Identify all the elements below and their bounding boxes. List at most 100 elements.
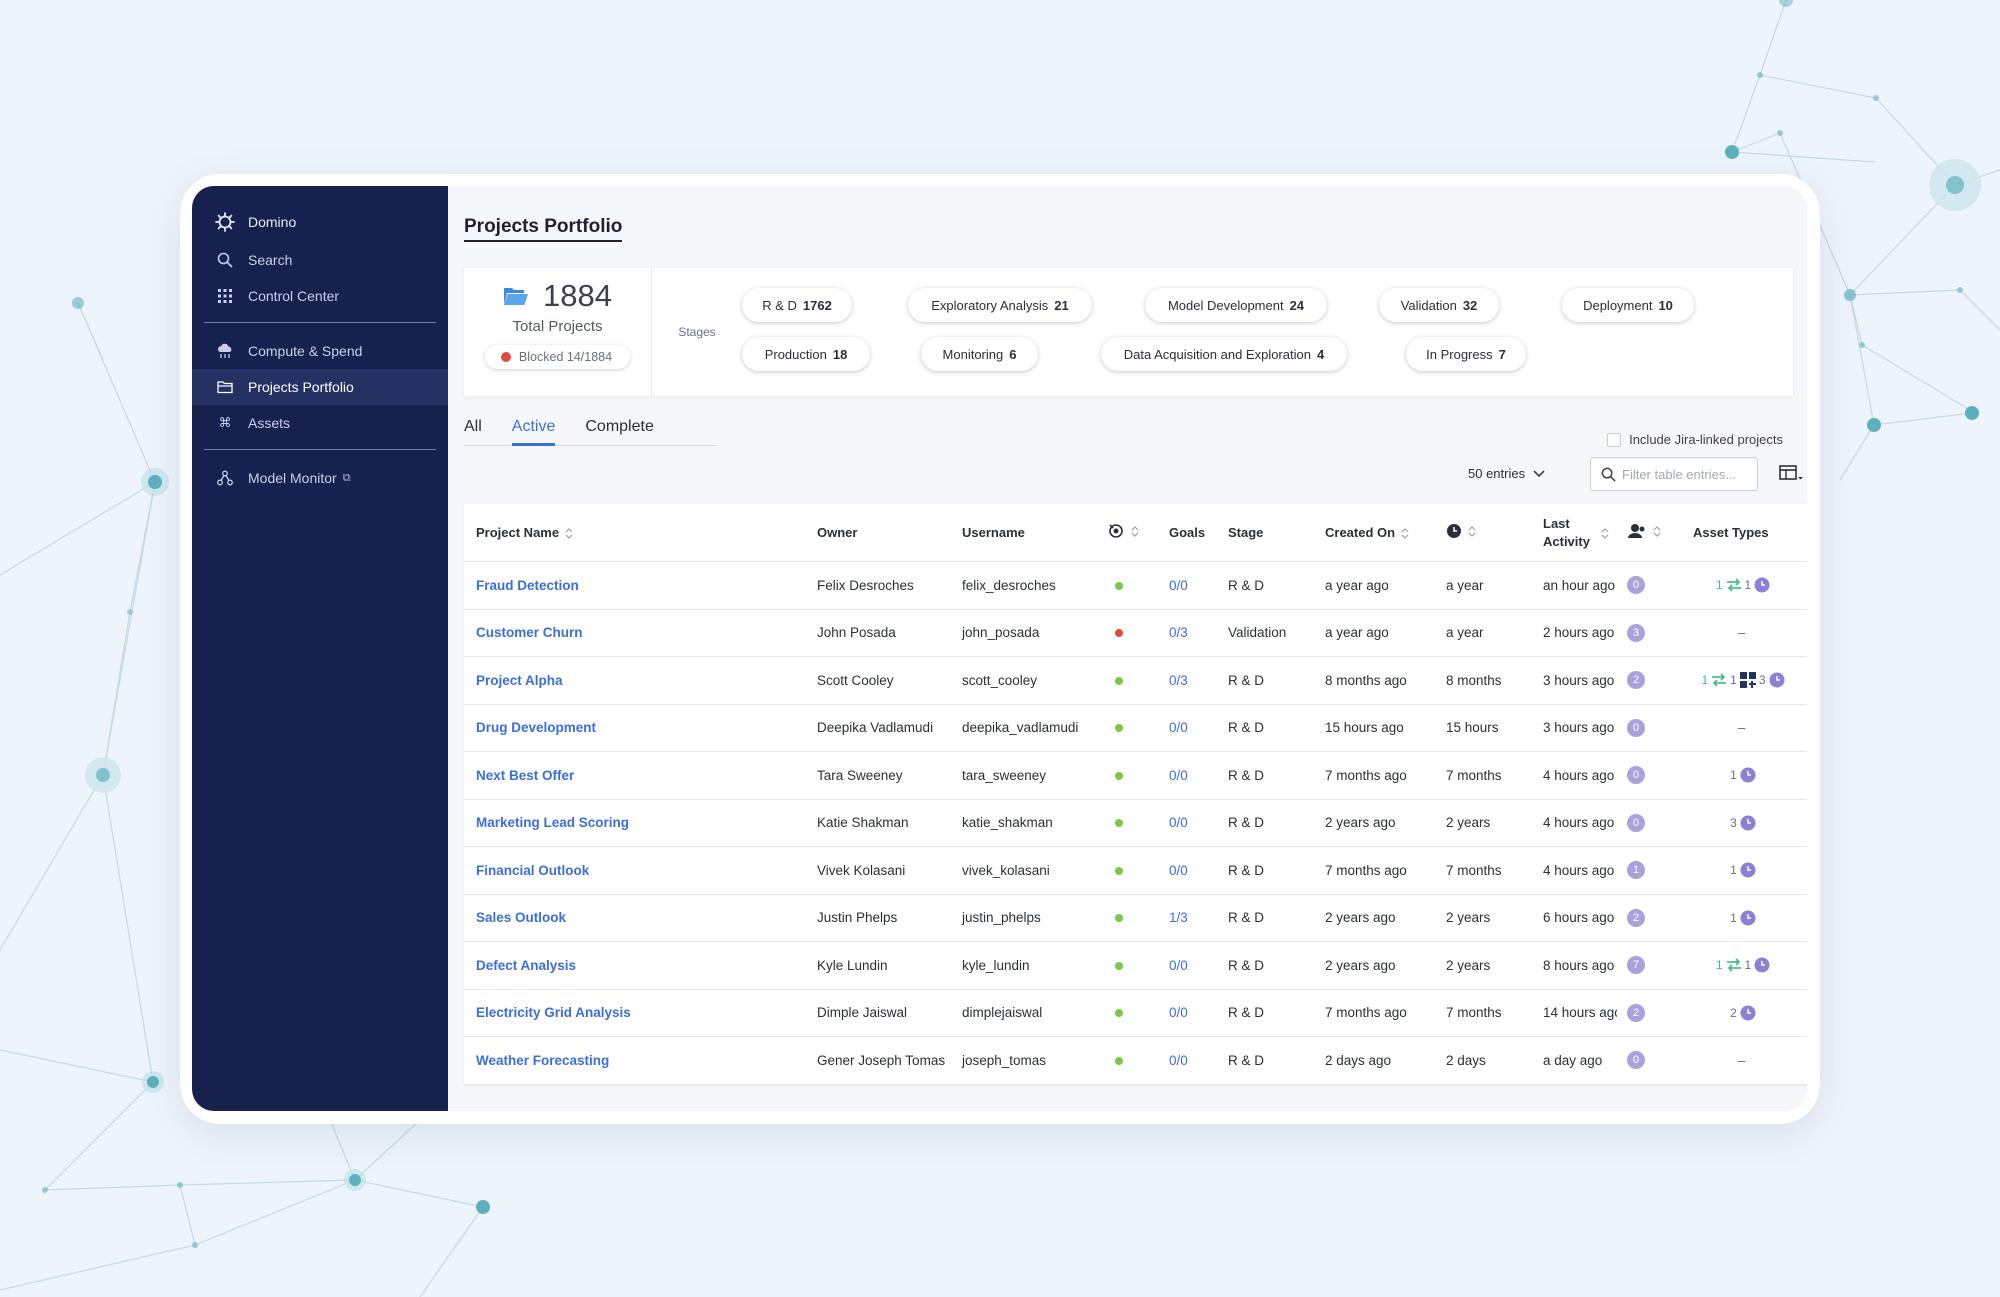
project-name-link[interactable]: Marketing Lead Scoring (476, 815, 629, 830)
collaborator-count-badge[interactable]: 0 (1627, 766, 1645, 785)
sidebar-item-control-center[interactable]: Control Center (192, 278, 448, 314)
header-last-activity[interactable]: Last Activity (1531, 515, 1617, 551)
last-activity-cell: 4 hours ago (1543, 767, 1615, 783)
collaborator-count-badge[interactable]: 3 (1627, 623, 1645, 642)
clock-icon[interactable] (1740, 1005, 1756, 1021)
sidebar-item-compute-spend[interactable]: Compute & Spend (192, 333, 448, 369)
header-username[interactable]: Username (950, 525, 1095, 540)
table-row[interactable]: Project Alpha Scott Cooley scott_cooley 0/3… (464, 657, 1807, 705)
clock-icon[interactable] (1740, 815, 1756, 831)
stage-chip-validation[interactable]: Validation 32 (1379, 288, 1499, 322)
asset-count: 1 (1730, 910, 1737, 925)
clock-icon[interactable] (1740, 910, 1756, 926)
table-row[interactable]: Financial Outlook Vivek Kolasani vivek_kol… (464, 847, 1807, 895)
collaborator-count-badge[interactable]: 1 (1627, 861, 1645, 880)
goals-link[interactable]: 0/0 (1169, 958, 1188, 973)
stage-chip-deployment[interactable]: Deployment 10 (1562, 288, 1694, 322)
sync-icon[interactable] (1726, 958, 1742, 972)
stage-chip-rd[interactable]: R & D 1762 (742, 288, 852, 322)
clock-icon[interactable] (1754, 957, 1770, 973)
brand-logo[interactable]: Domino (192, 202, 448, 242)
sidebar-item-projects-portfolio[interactable]: Projects Portfolio (192, 369, 448, 405)
sidebar-item-label: Search (248, 252, 293, 268)
table-row[interactable]: Defect Analysis Kyle Lundin kyle_lundin 0/0… (464, 942, 1807, 990)
project-name-link[interactable]: Fraud Detection (476, 578, 579, 593)
project-name-link[interactable]: Drug Development (476, 720, 596, 735)
tab-complete[interactable]: Complete (585, 416, 653, 445)
clock-icon[interactable] (1740, 767, 1756, 783)
clock-icon[interactable] (1740, 862, 1756, 878)
project-name-link[interactable]: Defect Analysis (476, 958, 576, 973)
project-name-link[interactable]: Sales Outlook (476, 910, 566, 925)
header-project-name[interactable]: Project Name (464, 525, 805, 540)
collaborator-count-badge[interactable]: 0 (1627, 576, 1645, 595)
table-row[interactable]: Drug Development Deepika Vadlamudi deepika… (464, 705, 1807, 752)
collaborator-count-badge[interactable]: 2 (1627, 908, 1645, 927)
table-row[interactable]: Next Best Offer Tara Sweeney tara_sweeney 0… (464, 752, 1807, 800)
stage-chip-data-acquisition[interactable]: Data Acquisition and Exploration 4 (1101, 337, 1347, 371)
table-row[interactable]: Fraud Detection Felix Desroches felix_desr… (464, 562, 1807, 610)
clock-icon[interactable] (1754, 577, 1770, 593)
stage-chip-production[interactable]: Production 18 (742, 337, 870, 371)
tab-all[interactable]: All (464, 416, 482, 445)
stage-chip-model-development[interactable]: Model Development 24 (1145, 288, 1327, 322)
header-collaborators[interactable] (1617, 523, 1673, 542)
goals-link[interactable]: 0/3 (1169, 673, 1188, 688)
stage-chip-monitoring[interactable]: Monitoring 6 (921, 337, 1038, 371)
header-status[interactable] (1095, 522, 1157, 543)
stage-chip-in-progress[interactable]: In Progress 7 (1406, 337, 1526, 371)
project-name-link[interactable]: Next Best Offer (476, 768, 574, 783)
sync-icon[interactable] (1726, 578, 1742, 592)
sidebar-item-label: Assets (248, 415, 291, 431)
collaborator-count-badge[interactable]: 7 (1627, 956, 1645, 975)
project-name-link[interactable]: Customer Churn (476, 625, 583, 640)
table-row[interactable]: Electricity Grid Analysis Dimple Jaiswal d… (464, 990, 1807, 1037)
header-asset-types[interactable]: Asset Types (1673, 525, 1807, 540)
collaborator-count-badge[interactable]: 2 (1627, 1003, 1645, 1022)
collaborator-count-badge[interactable]: 0 (1627, 1051, 1645, 1070)
sidebar-item-model-monitor[interactable]: Model Monitor ⧉ (192, 460, 448, 496)
header-stage[interactable]: Stage (1216, 525, 1313, 540)
stage-chip-exploratory-analysis[interactable]: Exploratory Analysis 21 (908, 288, 1092, 322)
sidebar-item-search[interactable]: Search (192, 242, 448, 278)
filter-input[interactable] (1622, 466, 1752, 482)
table-row[interactable]: Marketing Lead Scoring Katie Shakman katie… (464, 800, 1807, 847)
blocked-badge[interactable]: Blocked 14/1884 (485, 345, 630, 369)
sync-icon[interactable] (1711, 673, 1727, 687)
header-goals[interactable]: Goals (1157, 525, 1216, 540)
goals-link[interactable]: 0/0 (1169, 863, 1188, 878)
header-duration[interactable] (1434, 523, 1531, 542)
project-name-link[interactable]: Financial Outlook (476, 863, 589, 878)
table-row[interactable]: Customer Churn John Posada john_posada 0/3 V… (464, 610, 1807, 657)
sidebar-item-assets[interactable]: ⌘ Assets (192, 405, 448, 441)
goals-link[interactable]: 0/0 (1169, 720, 1188, 735)
goals-link[interactable]: 0/0 (1169, 1053, 1188, 1068)
collaborator-count-badge[interactable]: 2 (1627, 671, 1645, 690)
goals-link[interactable]: 0/3 (1169, 625, 1188, 640)
project-name-link[interactable]: Weather Forecasting (476, 1053, 609, 1068)
jira-toggle[interactable]: Include Jira-linked projects (1607, 432, 1783, 447)
owner-cell: Deepika Vadlamudi (817, 720, 934, 736)
goals-link[interactable]: 0/0 (1169, 815, 1188, 830)
goals-link[interactable]: 0/0 (1169, 768, 1188, 783)
stage-cell: R & D (1228, 767, 1265, 783)
goals-link[interactable]: 0/0 (1169, 1005, 1188, 1020)
goals-link[interactable]: 0/0 (1169, 578, 1188, 593)
entries-select[interactable]: 50 entries (1468, 466, 1545, 481)
header-created-on[interactable]: Created On (1313, 525, 1434, 540)
collaborator-count-badge[interactable]: 0 (1627, 718, 1645, 737)
clock-icon[interactable] (1769, 672, 1785, 688)
header-owner[interactable]: Owner (805, 525, 950, 540)
tab-active[interactable]: Active (511, 416, 556, 446)
app-icon[interactable] (1739, 672, 1756, 689)
column-settings-button[interactable] (1779, 464, 1803, 487)
table-row[interactable]: Sales Outlook Justin Phelps justin_phelps 1… (464, 895, 1807, 942)
goals-link[interactable]: 1/3 (1169, 910, 1188, 925)
jira-checkbox[interactable] (1607, 432, 1622, 447)
project-name-link[interactable]: Project Alpha (476, 673, 563, 688)
collaborator-count-badge[interactable]: 0 (1627, 813, 1645, 832)
table-row[interactable]: Weather Forecasting Gener Joseph Tomas jos… (464, 1037, 1807, 1085)
project-name-link[interactable]: Electricity Grid Analysis (476, 1005, 631, 1020)
status-dot-icon (1115, 1009, 1123, 1018)
created-cell: a year ago (1325, 625, 1389, 641)
